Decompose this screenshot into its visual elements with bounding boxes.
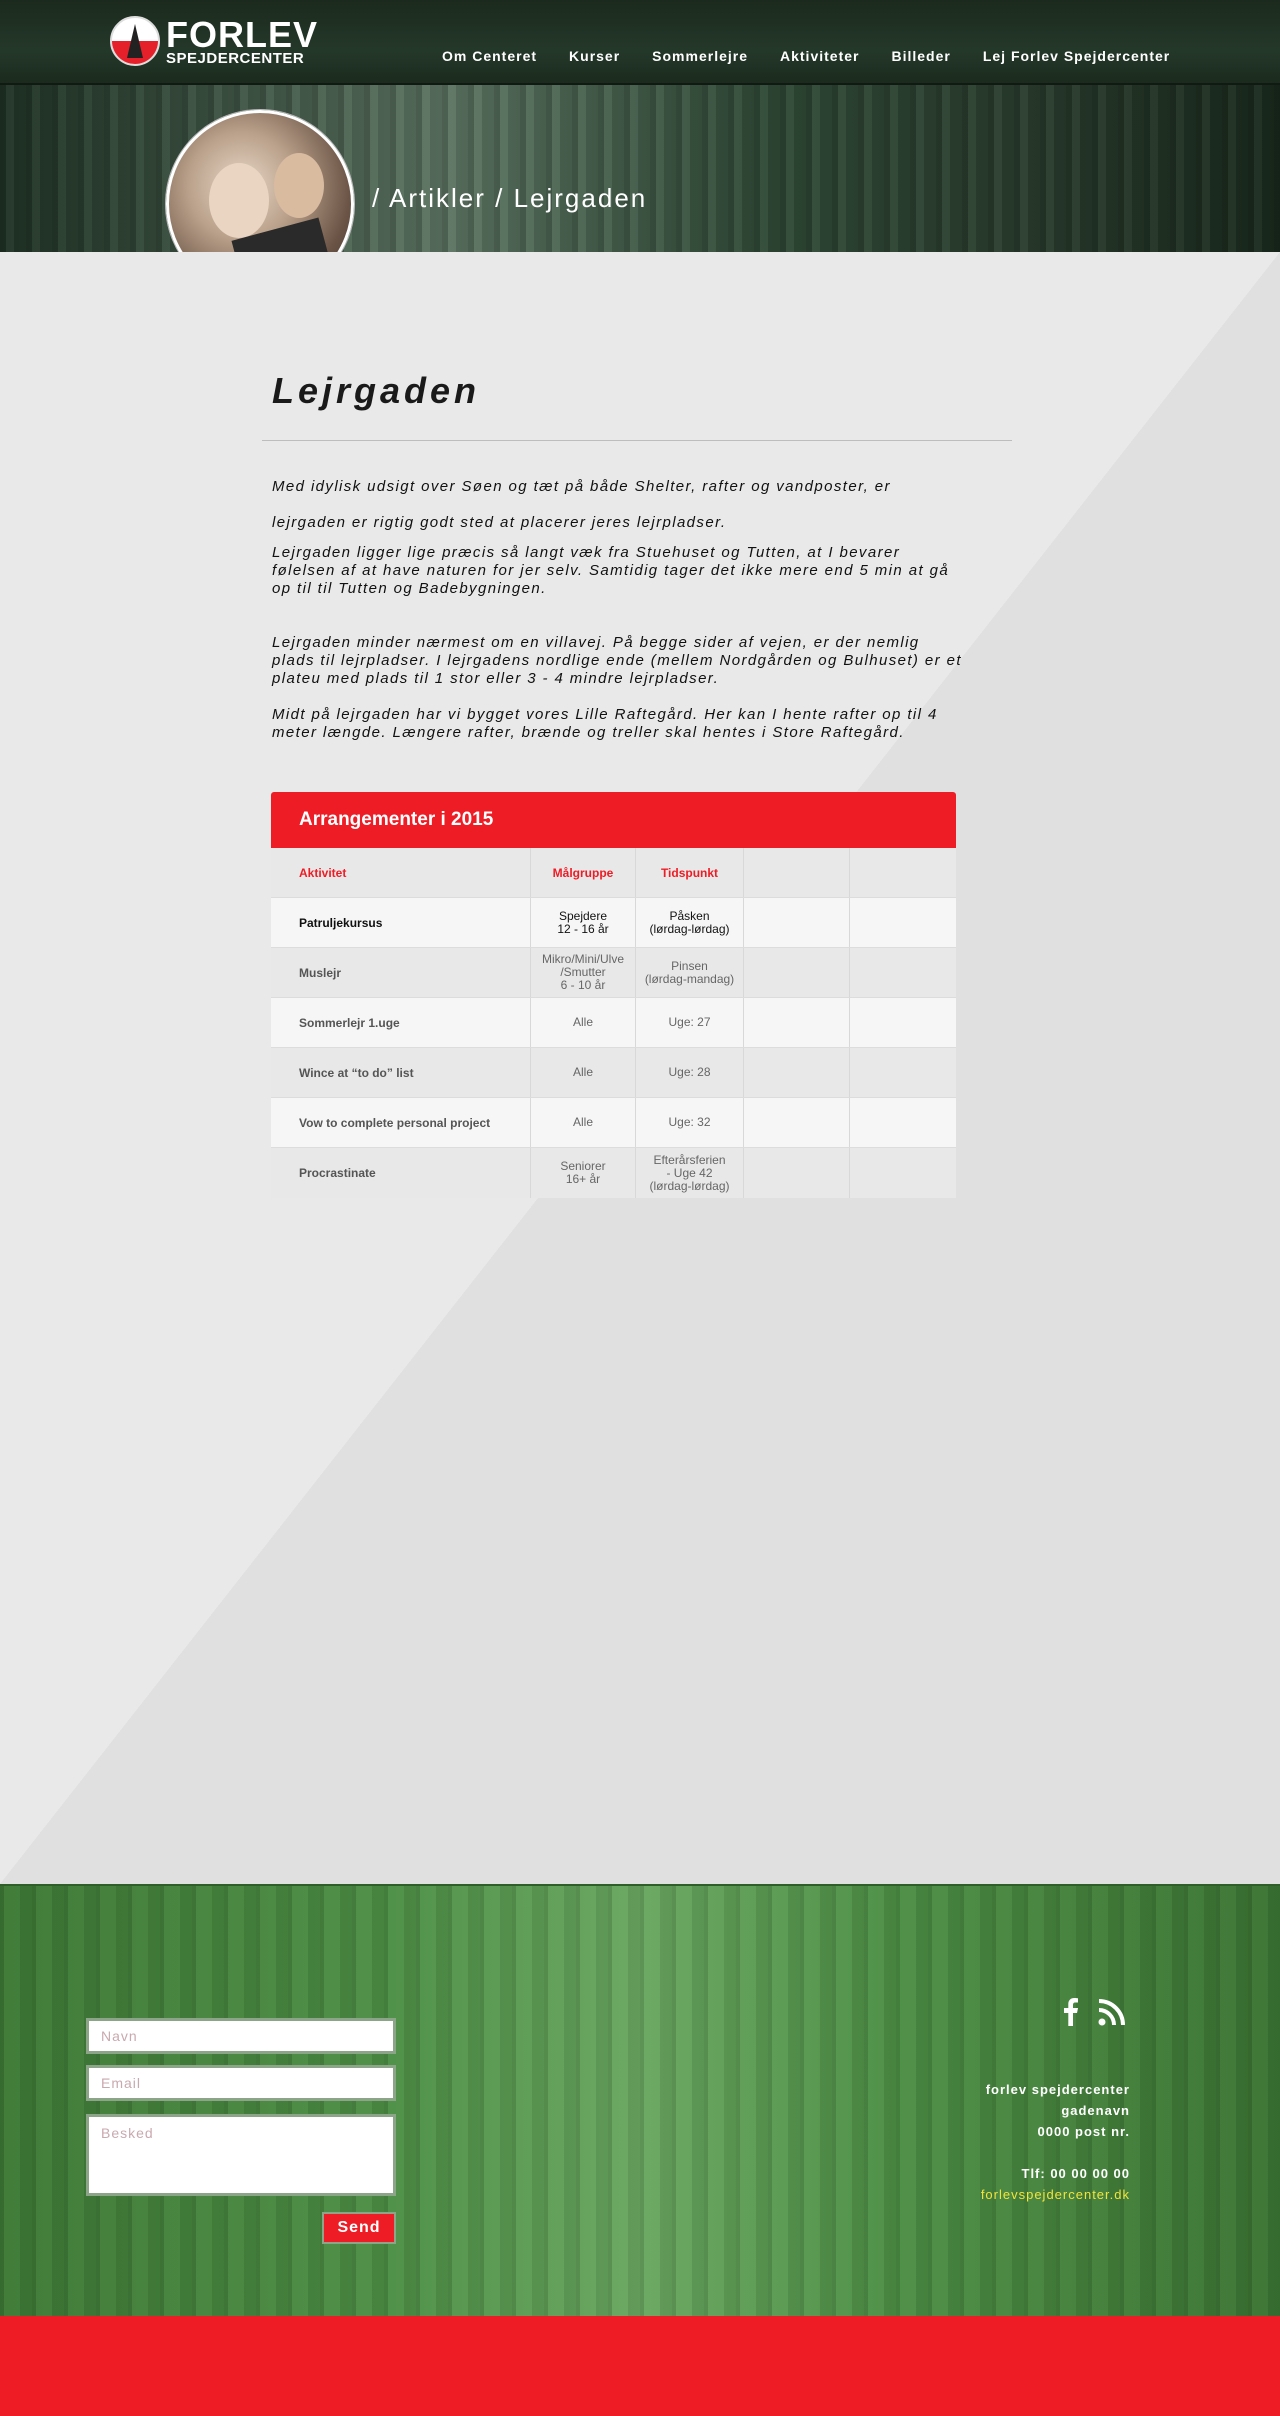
contact-phone: Tlf: 00 00 00 00 [1021,2166,1130,2181]
group-cell: Seniorer 16+ år [531,1148,636,1198]
time-cell: Påsken (lørdag-lørdag) [636,898,744,947]
group-cell: Alle [531,1098,636,1147]
time-cell: Uge: 32 [636,1098,744,1147]
activity-cell: Procrastinate [271,1148,531,1198]
table-row[interactable]: Procrastinate Seniorer 16+ år Efterårsfe… [271,1148,956,1198]
contact-org: forlev spejdercenter [985,2082,1130,2097]
top-header: FORLEV SPEJDERCENTER Om Centeret Kurser … [0,0,1280,85]
rss-icon[interactable] [1098,1998,1126,2031]
nav-item-billeder[interactable]: Billeder [891,48,950,64]
column-header: Tidspunkt [636,848,744,897]
table-header-row: Aktivitet Målgruppe Tidspunkt [271,848,956,898]
activity-cell: Wince at “to do” list [271,1048,531,1097]
group-cell: Alle [531,998,636,1047]
article-paragraph-1a: Med idylisk udsigt over Søen og tæt på b… [272,478,891,495]
column-header: Målgruppe [531,848,636,897]
article-paragraph-3: Lejrgaden minder nærmest om en villavej.… [272,634,962,687]
activity-cell: Vow to complete personal project [271,1098,531,1147]
title-divider [262,440,1012,441]
table-row[interactable]: Vow to complete personal project Alle Ug… [271,1098,956,1148]
breadcrumb: / Artikler / Lejrgaden [372,183,648,213]
time-cell: Uge: 27 [636,998,744,1047]
nav-item-om-centeret[interactable]: Om Centeret [442,48,537,64]
nav-item-aktiviteter[interactable]: Aktiviteter [780,48,859,64]
contact-website-link[interactable]: forlevspejdercenter.dk [981,2187,1130,2202]
table-row[interactable]: Sommerlejr 1.uge Alle Uge: 27 [271,998,956,1048]
group-cell: Spejdere 12 - 16 år [531,898,636,947]
contact-street: gadenavn [1061,2103,1130,2118]
events-table-header: Arrangementer i 2015 [271,792,956,848]
facebook-icon[interactable] [1062,1998,1080,2031]
events-table: Arrangementer i 2015 Aktivitet Målgruppe… [271,792,956,1198]
site-logo[interactable]: FORLEV SPEJDERCENTER [110,16,318,66]
column-header: Aktivitet [271,848,531,897]
message-field[interactable] [86,2114,396,2196]
article-paragraph-2: Lejrgaden ligger lige præcis så langt væ… [272,544,950,597]
email-field[interactable] [86,2065,396,2101]
events-table-title: Arrangementer i 2015 [299,809,494,830]
table-row[interactable]: Patruljekursus Spejdere 12 - 16 år Påske… [271,898,956,948]
contact-post: 0000 post nr. [1037,2124,1130,2139]
group-cell: Alle [531,1048,636,1097]
nav-item-lej[interactable]: Lej Forlev Spejdercenter [983,48,1170,64]
activity-cell: Sommerlejr 1.uge [271,998,531,1047]
page-title: Lejrgaden [272,370,481,411]
activity-cell: Patruljekursus [271,898,531,947]
article-paragraph-4: Midt på lejrgaden har vi bygget vores Li… [272,706,938,741]
table-row[interactable]: Muslejr Mikro/Mini/Ulve /Smutter 6 - 10 … [271,948,956,998]
logo-subtitle: SPEJDERCENTER [166,49,305,67]
bottom-bar [0,2316,1280,2416]
main-nav: Om Centeret Kurser Sommerlejre Aktivitet… [442,48,1202,64]
nav-item-kurser[interactable]: Kurser [569,48,620,64]
logo-emblem-icon [110,16,160,66]
time-cell: Uge: 28 [636,1048,744,1097]
nav-item-sommerlejre[interactable]: Sommerlejre [652,48,748,64]
logo-name: FORLEV [166,13,319,55]
time-cell: Efterårsferien - Uge 42 (lørdag-lørdag) [636,1148,744,1198]
name-field[interactable] [86,2018,396,2054]
time-cell: Pinsen (lørdag-mandag) [636,948,744,997]
table-row[interactable]: Wince at “to do” list Alle Uge: 28 [271,1048,956,1098]
group-cell: Mikro/Mini/Ulve /Smutter 6 - 10 år [531,948,636,997]
activity-cell: Muslejr [271,948,531,997]
article-paragraph-1b: lejrgaden er rigtig godt sted at placere… [272,514,727,531]
send-button[interactable]: Send [322,2212,396,2244]
